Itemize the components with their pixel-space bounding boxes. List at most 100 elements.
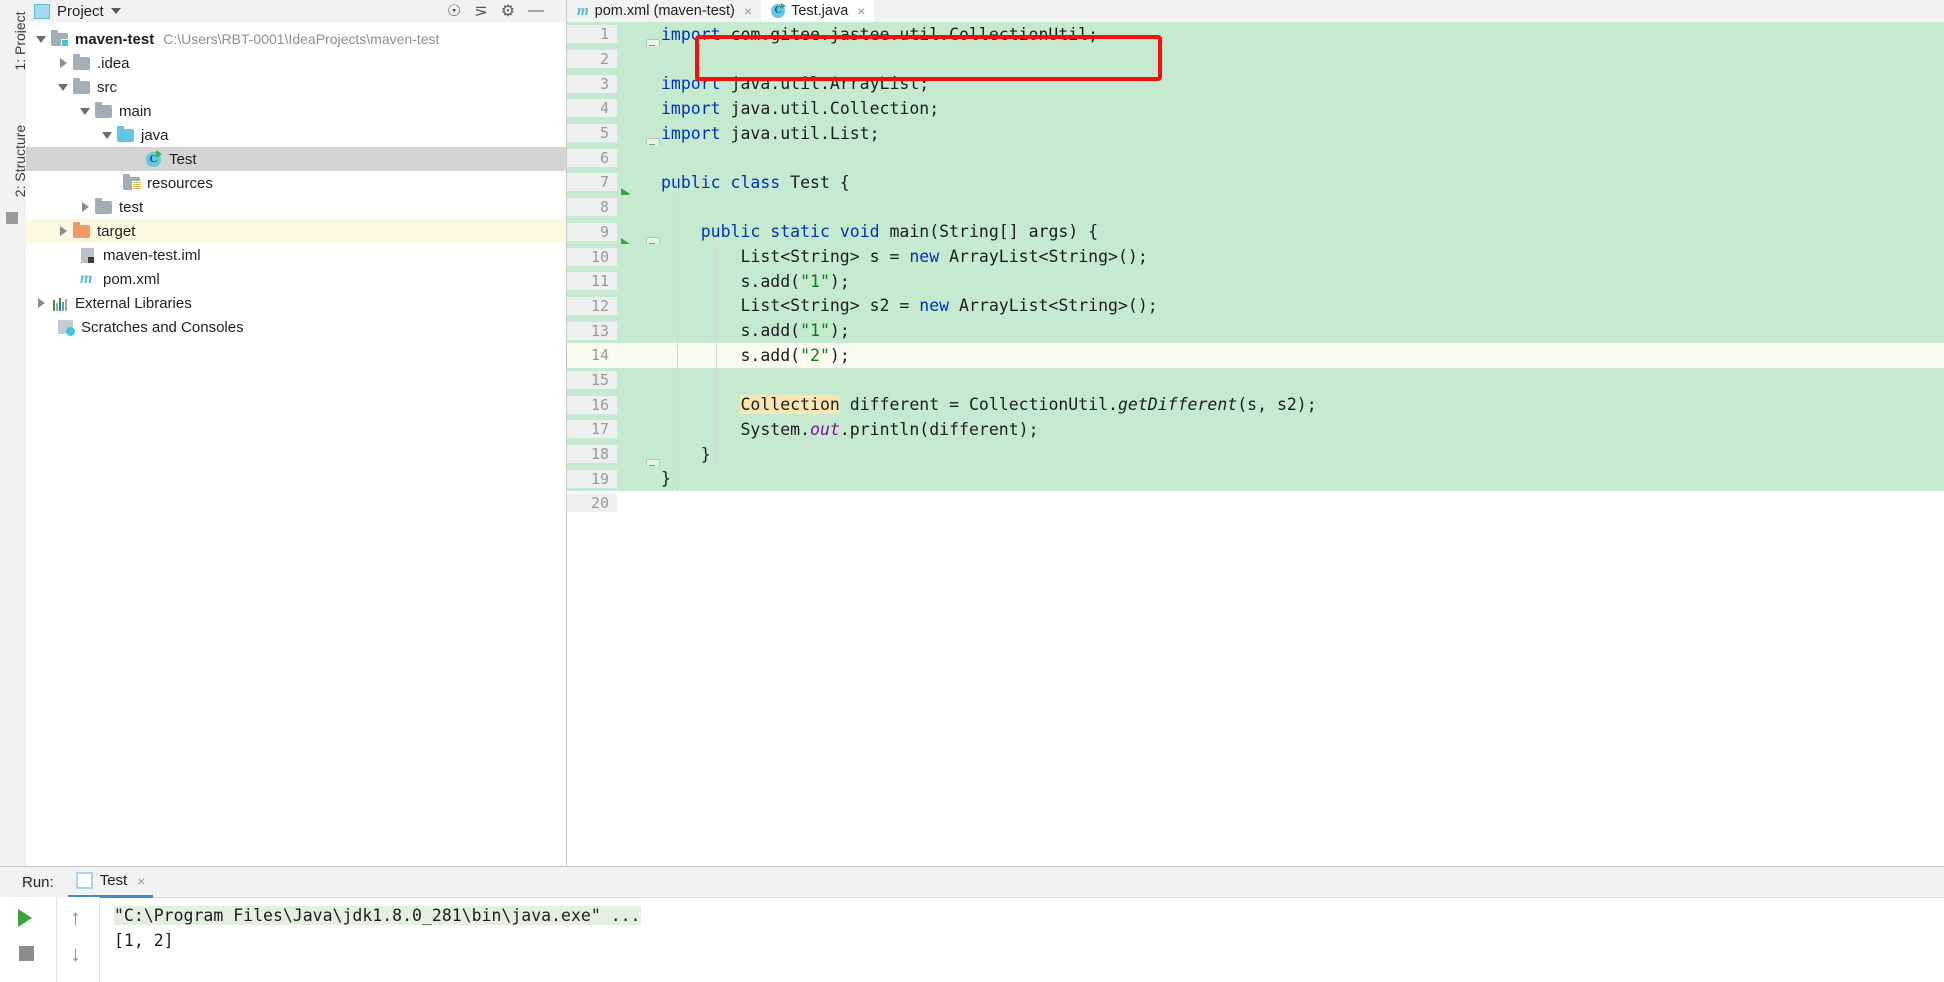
java-class-icon: C — [771, 3, 787, 18]
project-tree: maven-test C:\Users\RBT-0001\IdeaProject… — [26, 22, 566, 339]
project-panel-title: Project — [57, 2, 104, 20]
line-number: 6 — [567, 148, 617, 167]
expand-arrow-icon[interactable] — [56, 79, 72, 95]
code-line-7[interactable]: 7 public class Test { — [567, 170, 1944, 201]
code-line-8[interactable]: 8 — [567, 194, 1944, 220]
run-tab-test[interactable]: Test × — [67, 866, 154, 898]
globe-icon[interactable]: ☉ — [447, 1, 461, 21]
line-number: 7 — [567, 173, 617, 192]
line-number: 1 — [567, 25, 617, 44]
code-editor[interactable]: 1 import com.gitee.jastee.util.Collectio… — [567, 22, 1944, 866]
line-number: 16 — [567, 395, 617, 414]
editor-tab-bar: m pom.xml (maven-test) × C Test.java × — [567, 0, 1944, 23]
expand-arrow-icon[interactable] — [100, 127, 116, 143]
scroll-down-icon[interactable]: ↓ — [70, 943, 81, 965]
line-number: 19 — [567, 469, 617, 488]
code-line-3[interactable]: 3 import java.util.ArrayList; — [567, 71, 1944, 97]
line-number: 2 — [567, 50, 617, 69]
code-line-15[interactable]: 15 — [567, 367, 1944, 393]
code-line-18[interactable]: 18 } — [567, 441, 1944, 475]
code-line-10[interactable]: 10 List<String> s = new ArrayList<String… — [567, 244, 1944, 269]
ide-window: 1: Project 2: Structure Project maven-te… — [0, 0, 1944, 982]
tree-item-main[interactable]: main — [26, 99, 566, 123]
line-number: 4 — [567, 99, 617, 118]
code-text: Collection different = CollectionUtil.ge… — [740, 395, 1317, 415]
tree-item-java[interactable]: java — [26, 123, 566, 147]
console-line: "C:\Program Files\Java\jdk1.8.0_281\bin\… — [114, 903, 1944, 928]
line-number: 3 — [567, 74, 617, 93]
collapse-all-icon[interactable]: ⋝ — [474, 1, 487, 21]
code-line-12[interactable]: 12 List<String> s2 = new ArrayList<Strin… — [567, 293, 1944, 319]
code-text: s.add("1"); — [661, 271, 850, 291]
close-icon[interactable]: × — [857, 3, 865, 19]
code-text: } — [661, 444, 711, 464]
close-icon[interactable]: × — [137, 873, 145, 889]
tree-item-label: Scratches and Consoles — [81, 318, 244, 336]
line-number: 20 — [567, 494, 617, 513]
code-line-14[interactable]: 14 s.add("2"); — [567, 342, 1944, 368]
code-line-4[interactable]: 4 import java.util.Collection; — [567, 96, 1944, 121]
rerun-play-button[interactable] — [18, 909, 32, 927]
line-number: 8 — [567, 198, 617, 217]
scratches-icon — [56, 318, 76, 336]
close-icon[interactable]: × — [744, 3, 752, 19]
chevron-down-icon[interactable] — [110, 8, 121, 14]
code-text: System.out.println(different); — [661, 419, 1039, 439]
editor-tab-pom-xml[interactable]: m pom.xml (maven-test) × — [567, 0, 761, 22]
collapse-arrow-icon[interactable] — [34, 295, 50, 311]
settings-gear-icon[interactable]: ⚙ — [501, 1, 515, 21]
code-text: List<String> s2 = new ArrayList<String>(… — [661, 296, 1158, 316]
left-tool-strip: 1: Project 2: Structure — [0, 0, 28, 866]
editor-toolbar: ☉ ⋝ ⚙ — — [447, 0, 544, 22]
collapse-arrow-icon[interactable] — [56, 55, 72, 71]
line-number: 15 — [567, 370, 617, 389]
tree-item-idea[interactable]: .idea — [26, 51, 566, 75]
editor-tab-test-java[interactable]: C Test.java × — [761, 0, 875, 22]
editor-tab-label: pom.xml (maven-test) — [594, 3, 735, 19]
tree-item-external-libraries[interactable]: External Libraries — [26, 291, 566, 315]
tree-item-src[interactable]: src — [26, 75, 566, 99]
hide-panel-icon[interactable]: — — [528, 2, 544, 20]
run-tool-window: Run: Test × ↑ ↓ "C:\Program Files\Java\j… — [0, 866, 1944, 982]
code-line-6[interactable]: 6 — [567, 145, 1944, 171]
collapse-arrow-icon[interactable] — [56, 223, 72, 239]
console-command-text: "C:\Program Files\Java\jdk1.8.0_281\bin\… — [114, 906, 641, 925]
line-number: 17 — [567, 420, 617, 439]
code-line-13[interactable]: 13 s.add("1"); — [567, 318, 1944, 343]
code-text: import java.util.Collection; — [661, 98, 940, 118]
tree-item-pom-xml[interactable]: m pom.xml — [26, 267, 566, 291]
code-line-11[interactable]: 11 s.add("1"); — [567, 268, 1944, 294]
expand-arrow-icon[interactable] — [34, 31, 50, 47]
tree-item-test-folder[interactable]: test — [26, 195, 566, 219]
line-number: 11 — [567, 272, 617, 291]
run-console-output[interactable]: "C:\Program Files\Java\jdk1.8.0_281\bin\… — [100, 897, 1944, 982]
code-line-9[interactable]: 9 public static void main(String[] args)… — [567, 219, 1944, 252]
code-line-16[interactable]: 16 Collection different = CollectionUtil… — [567, 392, 1944, 417]
code-line-5[interactable]: 5 import java.util.List; — [567, 120, 1944, 154]
code-line-19[interactable]: 19 } — [567, 466, 1944, 492]
collapse-arrow-icon[interactable] — [78, 199, 94, 215]
tree-item-maven-test[interactable]: maven-test C:\Users\RBT-0001\IdeaProject… — [26, 27, 566, 51]
code-line-2[interactable]: 2 — [567, 46, 1944, 72]
tree-item-iml-file[interactable]: maven-test.iml — [26, 243, 566, 267]
scroll-up-icon[interactable]: ↑ — [70, 907, 81, 929]
stop-button[interactable] — [19, 946, 34, 961]
tree-item-target[interactable]: target — [26, 219, 566, 243]
tree-item-label: target — [97, 222, 136, 240]
maven-pom-icon: m — [577, 2, 589, 19]
code-line-20[interactable]: 20 — [567, 491, 1944, 516]
tool-window-favorites-icon[interactable] — [6, 212, 18, 224]
line-number: 13 — [567, 321, 617, 340]
run-label: Run: — [22, 873, 54, 891]
resources-folder-icon — [122, 174, 142, 192]
run-tool-window-body: ↑ ↓ "C:\Program Files\Java\jdk1.8.0_281\… — [0, 897, 1944, 982]
code-line-17[interactable]: 17 System.out.println(different); — [567, 417, 1944, 442]
tree-item-scratches-and-consoles[interactable]: Scratches and Consoles — [26, 315, 566, 339]
code-text: import java.util.ArrayList; — [661, 74, 930, 94]
tree-item-resources[interactable]: resources — [26, 171, 566, 195]
code-lines: 1 import com.gitee.jastee.util.Collectio… — [567, 22, 1944, 516]
code-line-1[interactable]: 1 import com.gitee.jastee.util.Collectio… — [567, 22, 1944, 55]
indent-guide — [716, 244, 717, 466]
expand-arrow-icon[interactable] — [78, 103, 94, 119]
tree-item-test-class[interactable]: C Test — [26, 147, 566, 171]
